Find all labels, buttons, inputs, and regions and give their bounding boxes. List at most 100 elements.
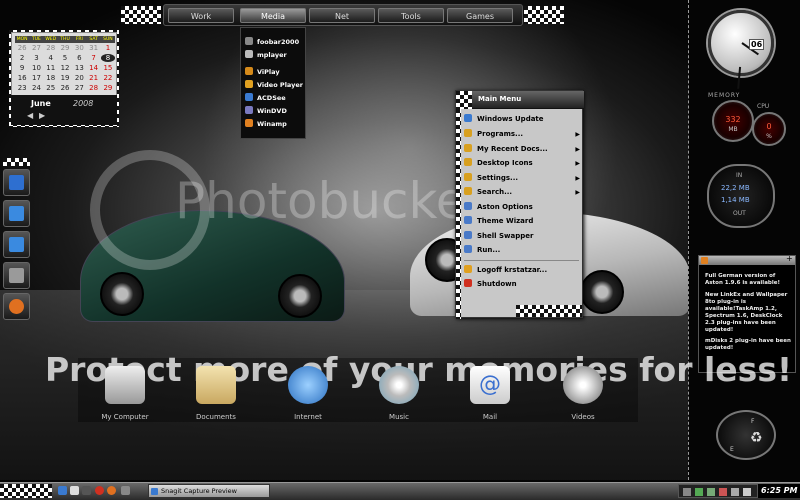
tray-icon[interactable] — [743, 488, 751, 496]
taskbar-clock[interactable]: 6:25 PM — [758, 484, 800, 498]
calendar-week: 2 3 4 5 6 7 8 — [15, 54, 116, 62]
quicklaunch-item[interactable] — [3, 200, 30, 227]
folder-icon — [464, 144, 472, 152]
calendar-next-icon[interactable]: ▶ — [39, 111, 45, 120]
folder-icon — [464, 158, 472, 166]
car-wheel — [278, 274, 322, 318]
gauge-full-mark-icon: F — [751, 418, 755, 425]
menu-item-shutdown[interactable]: Shutdown — [464, 278, 580, 291]
dock-checker-right — [524, 6, 564, 24]
desktop-icon-internet[interactable]: Internet — [276, 364, 340, 422]
winamp-icon — [245, 119, 253, 127]
viplay-icon — [245, 67, 253, 75]
desktop-icon-videos[interactable]: Videos — [551, 364, 615, 422]
firefox-icon[interactable] — [107, 486, 116, 495]
calendar-year: 2008 — [73, 99, 94, 108]
cpu-value: 0 — [766, 122, 772, 131]
explorer-icon[interactable] — [70, 486, 79, 495]
quicklaunch-icon[interactable] — [121, 486, 130, 495]
quicklaunch-checker — [3, 158, 30, 166]
menu-item-desktop-icons[interactable]: Desktop Icons ▶ — [464, 157, 580, 170]
folder-icon — [464, 187, 472, 195]
dock-checker-left — [121, 6, 161, 24]
rss-icon — [701, 257, 708, 264]
window-icon — [9, 237, 24, 252]
net-in-value: 22,2 MB — [721, 184, 750, 192]
tab-media[interactable]: Media — [240, 8, 306, 23]
folder-icon — [464, 129, 472, 137]
quicklaunch-item[interactable] — [3, 231, 30, 258]
volume-icon[interactable] — [731, 488, 739, 496]
top-dock: Work Media Net Tools Games — [163, 4, 523, 26]
net-in-label: IN — [736, 172, 743, 179]
documents-icon — [196, 366, 236, 404]
feed-item[interactable]: New LinkEx and Wallpaper 8to plug-in is … — [705, 292, 791, 334]
menu-item-search[interactable]: Search... ▶ — [464, 186, 580, 199]
network-meter: IN 22,2 MB 1,14 MB OUT — [707, 164, 775, 228]
menu-item-settings[interactable]: Settings... ▶ — [464, 172, 580, 185]
media-item-acdsee[interactable]: ACDSee — [245, 92, 305, 104]
menu-item-logoff[interactable]: Logoff krstatzar... — [464, 264, 580, 277]
show-desktop-icon[interactable] — [58, 486, 67, 495]
desktop-icon-mail[interactable]: @ Mail — [458, 364, 522, 422]
calendar-prev-icon[interactable]: ◀ — [27, 111, 33, 120]
analog-clock: 06 — [708, 10, 774, 89]
cpu-unit: % — [766, 133, 772, 140]
news-feed-header: + — [699, 254, 795, 265]
quicklaunch-item[interactable] — [3, 169, 30, 196]
video-player-icon — [245, 80, 253, 88]
quicklaunch-item[interactable] — [3, 262, 30, 289]
calendar-week: 26 27 28 29 30 31 1 — [17, 44, 111, 52]
media-item-windvd[interactable]: WinDVD — [245, 105, 305, 117]
desktop-icon-music[interactable]: Music — [367, 364, 431, 422]
memory-label: MEMORY — [708, 92, 741, 99]
gauge-empty-mark-icon: E — [730, 446, 734, 453]
opera-icon[interactable] — [95, 486, 104, 495]
menu-item-programs[interactable]: Programs... ▶ — [464, 128, 580, 141]
tab-net[interactable]: Net — [309, 8, 375, 23]
recycle-bin-gauge[interactable]: F E ♻ — [716, 410, 776, 460]
menu-item-shell-swapper[interactable]: Shell Swapper — [464, 230, 580, 243]
shell-swapper-icon — [464, 231, 472, 239]
tab-games[interactable]: Games — [447, 8, 513, 23]
tray-icon[interactable] — [683, 488, 691, 496]
snagit-icon — [151, 488, 158, 495]
menu-item-run[interactable]: Run... — [464, 244, 580, 257]
desktop-icon-my-computer[interactable]: My Computer — [93, 364, 157, 422]
window-icon — [9, 206, 24, 221]
menu-item-recent-docs[interactable]: My Recent Docs... ▶ — [464, 143, 580, 156]
run-icon — [464, 245, 472, 253]
quicklaunch-item[interactable] — [3, 293, 30, 320]
computer-icon — [105, 366, 145, 404]
calendar-footer: June 2008 ◀ ▶ — [11, 95, 117, 125]
shutdown-icon — [464, 279, 472, 287]
media-item-mplayer[interactable]: mplayer — [245, 49, 305, 61]
aston-options-icon — [464, 202, 472, 210]
media-icon[interactable] — [82, 486, 91, 495]
antivirus-tray-icon[interactable] — [719, 488, 727, 496]
cpu-label: CPU — [757, 103, 770, 110]
media-item-viplay[interactable]: ViPlay — [245, 66, 305, 78]
music-note-icon — [9, 268, 24, 283]
menu-item-windows-update[interactable]: Windows Update — [464, 113, 580, 126]
tab-tools[interactable]: Tools — [378, 8, 444, 23]
cpu-gauge: 0 % — [752, 112, 786, 146]
memory-unit: MB — [728, 126, 738, 133]
feed-add-icon[interactable]: + — [786, 254, 793, 263]
main-menu-checker — [456, 91, 472, 109]
menu-item-aston-options[interactable]: Aston Options — [464, 201, 580, 214]
foobar-icon — [245, 37, 253, 45]
start-area[interactable] — [0, 484, 52, 498]
media-item-winamp[interactable]: Winamp — [245, 118, 305, 130]
tab-work[interactable]: Work — [168, 8, 234, 23]
submenu-arrow-icon: ▶ — [575, 175, 580, 182]
feed-item[interactable]: Full German version of Aston 1.9.6 is av… — [705, 273, 791, 287]
windows-update-icon — [464, 114, 472, 122]
taskbar-app-snagit[interactable]: Snagit Capture Preview — [148, 484, 270, 498]
desktop-icon-documents[interactable]: Documents — [184, 364, 248, 422]
menu-item-theme-wizard[interactable]: Theme Wizard — [464, 215, 580, 228]
media-item-foobar2000[interactable]: foobar2000 — [245, 36, 305, 48]
network-tray-icon[interactable] — [695, 488, 703, 496]
tray-icon[interactable] — [707, 488, 715, 496]
media-item-video-player[interactable]: Video Player — [245, 79, 305, 91]
